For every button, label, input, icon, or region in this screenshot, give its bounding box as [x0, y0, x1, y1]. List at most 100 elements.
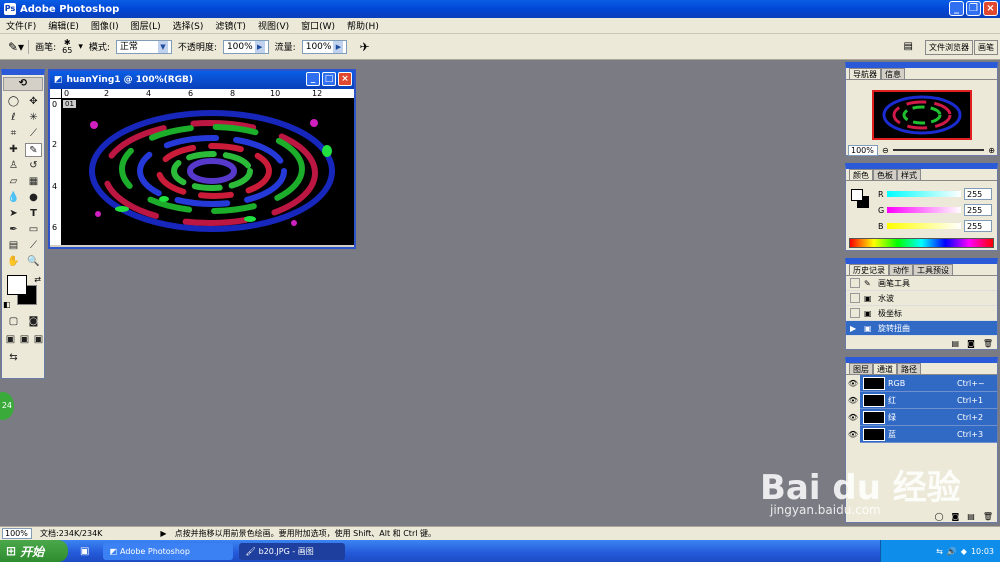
zoom-tool-icon[interactable]: 🔍: [25, 255, 42, 269]
dodge-tool-icon[interactable]: ●: [25, 191, 42, 205]
zoom-out-icon[interactable]: ⊖: [882, 146, 889, 155]
menu-filter[interactable]: 滤镜(T): [209, 19, 252, 32]
menu-layer[interactable]: 图层(L): [125, 19, 167, 32]
blue-value[interactable]: 255: [964, 220, 992, 232]
tab-swatches[interactable]: 色板: [873, 169, 897, 180]
marquee-tool-icon[interactable]: ◯: [5, 95, 22, 109]
history-brush-tool-icon[interactable]: ↺: [25, 159, 42, 173]
quicklaunch-desktop-icon[interactable]: ▣: [80, 546, 89, 557]
clone-stamp-tool-icon[interactable]: ♙: [5, 159, 22, 173]
eye-icon[interactable]: 👁: [846, 391, 860, 409]
load-channel-selection-icon[interactable]: ◯: [935, 512, 944, 521]
eraser-tool-icon[interactable]: ▱: [5, 175, 22, 189]
tab-tool-presets[interactable]: 工具预设: [913, 264, 953, 275]
lasso-tool-icon[interactable]: ℓ: [5, 111, 22, 125]
navigator-thumbnail[interactable]: [872, 90, 972, 140]
foreground-color-swatch[interactable]: [7, 275, 27, 295]
brush-dropdown-icon[interactable]: ▾: [78, 42, 83, 52]
tab-color[interactable]: 颜色: [849, 169, 873, 180]
status-zoom-field[interactable]: 100%: [2, 528, 32, 539]
crop-tool-icon[interactable]: ⌗: [5, 127, 22, 141]
green-slider[interactable]: [887, 207, 961, 213]
red-value[interactable]: 255: [964, 188, 992, 200]
palette-well-toggle-icon[interactable]: ▤: [901, 40, 916, 55]
channel-row[interactable]: 👁 绿 Ctrl+2: [846, 408, 997, 426]
eye-icon[interactable]: 👁: [846, 374, 860, 392]
menu-select[interactable]: 选择(S): [167, 19, 210, 32]
navigator-zoom-field[interactable]: 100%: [848, 144, 878, 156]
red-slider[interactable]: [886, 191, 961, 197]
path-selection-tool-icon[interactable]: ➤: [5, 207, 22, 221]
airbrush-icon[interactable]: ✈: [353, 40, 369, 54]
tab-styles[interactable]: 样式: [897, 169, 921, 180]
menu-window[interactable]: 窗口(W): [295, 19, 341, 32]
shape-tool-icon[interactable]: ▭: [25, 223, 42, 237]
new-document-from-state-icon[interactable]: ▤: [952, 339, 960, 348]
palette-well-tab-file-browser[interactable]: 文件浏览器: [925, 40, 973, 55]
screen-mode-standard-icon[interactable]: ▣: [5, 333, 16, 347]
menu-help[interactable]: 帮助(H): [341, 19, 385, 32]
gradient-tool-icon[interactable]: ▦: [25, 175, 42, 189]
menu-image[interactable]: 图像(I): [85, 19, 125, 32]
history-item[interactable]: ✎ 画笔工具: [846, 276, 997, 291]
start-button[interactable]: ⊞ 开始: [0, 540, 68, 562]
opacity-field[interactable]: 100% ▶: [222, 39, 269, 54]
tab-paths[interactable]: 路径: [897, 363, 921, 374]
brush-picker[interactable]: ✱ 65: [62, 38, 72, 55]
history-item[interactable]: ▣ 水波: [846, 291, 997, 306]
delete-channel-icon[interactable]: 🗑: [983, 512, 993, 521]
channel-row[interactable]: 👁 红 Ctrl+1: [846, 391, 997, 409]
navigator-zoom-slider[interactable]: [892, 149, 985, 151]
blur-tool-icon[interactable]: 💧: [5, 191, 22, 205]
save-selection-channel-icon[interactable]: ◙: [952, 512, 960, 521]
doc-maximize-icon[interactable]: □: [322, 72, 336, 86]
pen-tool-icon[interactable]: ✒: [5, 223, 22, 237]
default-colors-icon[interactable]: ◧: [3, 300, 11, 309]
tray-app-icon[interactable]: ◆: [961, 547, 967, 556]
channel-row[interactable]: 👁 蓝 Ctrl+3: [846, 425, 997, 443]
tab-actions[interactable]: 动作: [889, 264, 913, 275]
tab-channels[interactable]: 通道: [873, 363, 897, 374]
magic-wand-tool-icon[interactable]: ✳: [25, 111, 42, 125]
minimize-icon[interactable]: _: [949, 1, 964, 16]
flow-field[interactable]: 100% ▶: [301, 39, 348, 54]
screen-mode-full-menu-icon[interactable]: ▣: [19, 333, 30, 347]
type-tool-icon[interactable]: T: [25, 207, 42, 221]
move-tool-icon[interactable]: ✥: [25, 95, 42, 109]
history-checkbox[interactable]: [850, 293, 860, 303]
standard-mode-icon[interactable]: ▢: [5, 315, 22, 329]
jump-to-imageready-icon[interactable]: ⇆: [5, 351, 22, 365]
tray-network-icon[interactable]: ⇆: [936, 547, 943, 556]
palette-well-tab-brushes[interactable]: 画笔: [974, 40, 998, 55]
green-value[interactable]: 255: [964, 204, 992, 216]
menu-edit[interactable]: 编辑(E): [42, 19, 85, 32]
image-canvas[interactable]: 01: [62, 99, 354, 245]
history-item-selected[interactable]: ▶ ▣ 旋转扭曲: [846, 321, 997, 336]
new-channel-icon[interactable]: ▤: [967, 512, 975, 521]
tab-history[interactable]: 历史记录: [849, 264, 889, 275]
eyedropper-tool-icon[interactable]: ⟋: [25, 239, 42, 253]
taskbar-item[interactable]: ◩ Adobe Photoshop: [103, 542, 234, 560]
doc-close-icon[interactable]: ×: [338, 72, 352, 86]
color-panel-foreground[interactable]: [851, 189, 863, 201]
healing-brush-tool-icon[interactable]: ✚: [5, 143, 22, 157]
tab-layers[interactable]: 图层: [849, 363, 873, 374]
notes-tool-icon[interactable]: ▤: [5, 239, 22, 253]
new-snapshot-icon[interactable]: ◙: [967, 339, 975, 348]
history-item[interactable]: ▣ 极坐标: [846, 306, 997, 321]
menu-view[interactable]: 视图(V): [252, 19, 295, 32]
tab-info[interactable]: 信息: [881, 68, 905, 79]
taskbar-item-active[interactable]: 🖌 b20.JPG - 画图: [239, 542, 346, 560]
eye-icon[interactable]: 👁: [846, 408, 860, 426]
color-ramp[interactable]: [849, 238, 994, 248]
delete-state-icon[interactable]: 🗑: [983, 339, 993, 348]
status-arrow-icon[interactable]: ▶: [160, 529, 166, 538]
menu-file[interactable]: 文件(F): [0, 19, 42, 32]
restore-icon[interactable]: ❐: [966, 1, 981, 16]
swap-colors-icon[interactable]: ⇄: [34, 275, 41, 284]
screen-mode-full-icon[interactable]: ▣: [33, 333, 44, 347]
brush-tool-icon[interactable]: ✎: [25, 143, 42, 157]
quick-mask-mode-icon[interactable]: ◙: [25, 315, 42, 329]
doc-minimize-icon[interactable]: _: [306, 72, 320, 86]
close-icon[interactable]: ×: [983, 1, 998, 16]
